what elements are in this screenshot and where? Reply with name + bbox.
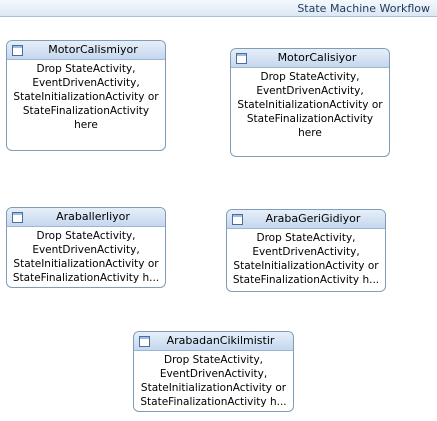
- state-icon: [232, 214, 243, 225]
- drop-hint-line: EventDrivenActivity,: [159, 368, 268, 380]
- state-drop-area[interactable]: Drop StateActivity, EventDrivenActivity,…: [7, 60, 165, 132]
- drop-hint-line: EventDrivenActivity,: [252, 246, 360, 258]
- state-drop-area[interactable]: Drop StateActivity, EventDrivenActivity,…: [231, 68, 389, 140]
- workflow-header: State Machine Workflow: [0, 0, 437, 17]
- state-icon: [12, 212, 23, 223]
- workflow-title: State Machine Workflow: [297, 2, 430, 15]
- drop-hint-line: StateFinalizationActivity: [246, 113, 374, 125]
- drop-hint-line: EventDrivenActivity,: [256, 85, 364, 97]
- state-icon: [139, 336, 150, 347]
- state-title: Araballerliyor: [56, 210, 130, 223]
- state-activity[interactable]: MotorCalisiyor Drop StateActivity, Event…: [230, 48, 390, 157]
- state-icon: [12, 45, 23, 56]
- drop-hint-line: Drop StateActivity,: [36, 63, 136, 75]
- state-header[interactable]: MotorCalismiyor: [7, 41, 165, 60]
- drop-hint-line: StateInitializationActivity or: [13, 258, 159, 270]
- state-header[interactable]: Araballerliyor: [7, 208, 165, 227]
- drop-hint-line: here: [298, 127, 322, 139]
- state-title: MotorCalisiyor: [277, 51, 357, 64]
- state-drop-area[interactable]: Drop StateActivity, EventDrivenActivity,…: [134, 351, 293, 409]
- state-activity[interactable]: Araballerliyor Drop StateActivity, Event…: [6, 207, 166, 288]
- state-drop-area[interactable]: Drop StateActivity, EventDrivenActivity,…: [7, 227, 165, 285]
- drop-hint-line: StateInitializationActivity or: [233, 260, 379, 272]
- state-title: ArabaGeriGidiyor: [265, 212, 361, 225]
- state-activity[interactable]: MotorCalismiyor Drop StateActivity, Even…: [6, 40, 166, 151]
- drop-hint-line: StateFinalizationActivity h...: [232, 274, 380, 286]
- workflow-designer-canvas[interactable]: State Machine Workflow MotorCalismiyor D…: [0, 0, 437, 421]
- drop-hint-line: StateFinalizationActivity h...: [12, 272, 160, 284]
- state-icon: [236, 53, 247, 64]
- state-title: MotorCalismiyor: [48, 43, 138, 56]
- state-drop-area[interactable]: Drop StateActivity, EventDrivenActivity,…: [227, 229, 385, 287]
- state-header[interactable]: ArabaGeriGidiyor: [227, 210, 385, 229]
- drop-hint-line: Drop StateActivity,: [164, 354, 263, 366]
- drop-hint-line: StateFinalizationActivity: [22, 105, 150, 117]
- drop-hint-line: EventDrivenActivity,: [32, 77, 140, 89]
- state-header[interactable]: MotorCalisiyor: [231, 49, 389, 68]
- state-activity[interactable]: ArabadanCikilmistir Drop StateActivity, …: [133, 331, 294, 412]
- drop-hint-line: StateInitializationActivity or: [237, 99, 383, 111]
- state-activity[interactable]: ArabaGeriGidiyor Drop StateActivity, Eve…: [226, 209, 386, 292]
- drop-hint-line: StateFinalizationActivity h...: [140, 396, 287, 408]
- drop-hint-line: StateInitializationActivity or: [140, 382, 287, 394]
- state-header[interactable]: ArabadanCikilmistir: [134, 332, 293, 351]
- drop-hint-line: StateInitializationActivity or: [13, 91, 159, 103]
- drop-hint-line: EventDrivenActivity,: [32, 244, 140, 256]
- state-title: ArabadanCikilmistir: [166, 334, 275, 347]
- drop-hint-line: here: [74, 119, 98, 131]
- drop-hint-line: Drop StateActivity,: [36, 230, 136, 242]
- drop-hint-line: Drop StateActivity,: [256, 232, 356, 244]
- drop-hint-line: Drop StateActivity,: [260, 71, 360, 83]
